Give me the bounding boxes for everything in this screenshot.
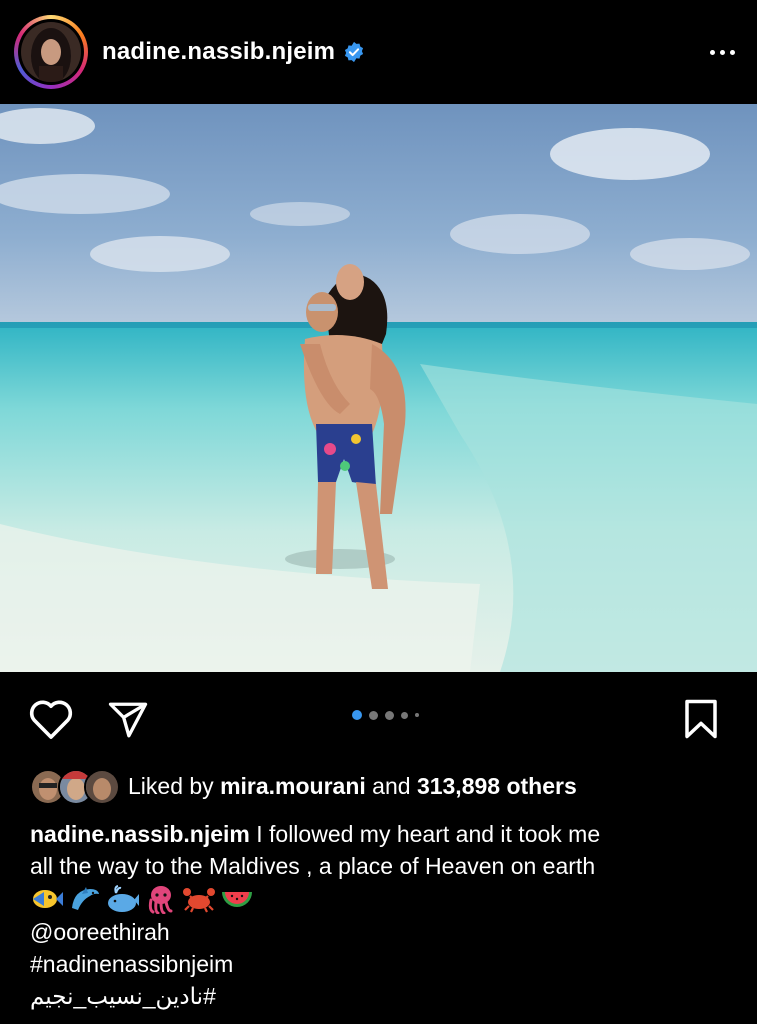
likes-text: Liked by mira.mourani and 313,898 others: [128, 773, 577, 800]
bookmark-icon[interactable]: [682, 698, 720, 740]
caption-text-2: all the way to the Maldives , a place of…: [30, 853, 596, 879]
liker-avatar: [84, 769, 120, 805]
more-dot: [730, 49, 735, 55]
carousel-dot: [369, 710, 378, 720]
post-header: nadine.nassib.njeim: [0, 0, 757, 104]
liker-username[interactable]: mira.mourani: [220, 773, 366, 799]
post-photo[interactable]: [0, 104, 757, 672]
more-horizontal-icon[interactable]: [710, 49, 735, 55]
crab-icon: [183, 888, 215, 913]
carousel-dot: [415, 713, 419, 717]
send-icon[interactable]: [106, 699, 150, 741]
liker-avatars: [30, 768, 120, 805]
dolphin-icon: [72, 887, 99, 910]
more-dot: [710, 49, 715, 55]
avatar-gap: [18, 19, 84, 85]
post-username[interactable]: nadine.nassib.njeim: [102, 38, 335, 66]
story-ring[interactable]: [14, 15, 88, 89]
beach-photo: [0, 104, 757, 672]
caption-text-1: I followed my heart and it took me: [256, 821, 601, 847]
likes-count[interactable]: 313,898 others: [417, 773, 577, 799]
likes-row[interactable]: Liked by mira.mourani and 313,898 others: [30, 766, 577, 806]
whale-icon: [108, 885, 139, 912]
likes-prefix: Liked by: [128, 772, 214, 799]
carousel-dot-active: [352, 710, 362, 720]
caption-emojis: [30, 882, 730, 916]
caption-line-1: nadine.nassib.njeim I followed my heart …: [30, 818, 730, 850]
watermelon-icon: [222, 892, 252, 907]
verified-badge-icon: [345, 41, 364, 63]
carousel-indicator: [352, 710, 419, 720]
more-dot: [720, 49, 725, 55]
caption-hashtag-2[interactable]: #نادين_نسيب_نجيم: [30, 980, 730, 1012]
action-bar: [0, 672, 757, 764]
avatar[interactable]: [21, 22, 81, 82]
heart-icon[interactable]: [28, 698, 74, 740]
post-caption: nadine.nassib.njeim I followed my heart …: [30, 818, 730, 1012]
avatar-image: [21, 22, 81, 82]
caption-hashtag-1[interactable]: #nadinenassibnjeim: [30, 948, 730, 980]
carousel-dot: [401, 711, 408, 719]
caption-username[interactable]: nadine.nassib.njeim: [30, 821, 250, 847]
tropical-fish-icon: [33, 890, 63, 908]
carousel-dot: [385, 710, 394, 720]
likes-connector: and: [372, 772, 411, 799]
caption-mention[interactable]: @ooreethirah: [30, 916, 730, 948]
octopus-icon: [148, 886, 173, 914]
